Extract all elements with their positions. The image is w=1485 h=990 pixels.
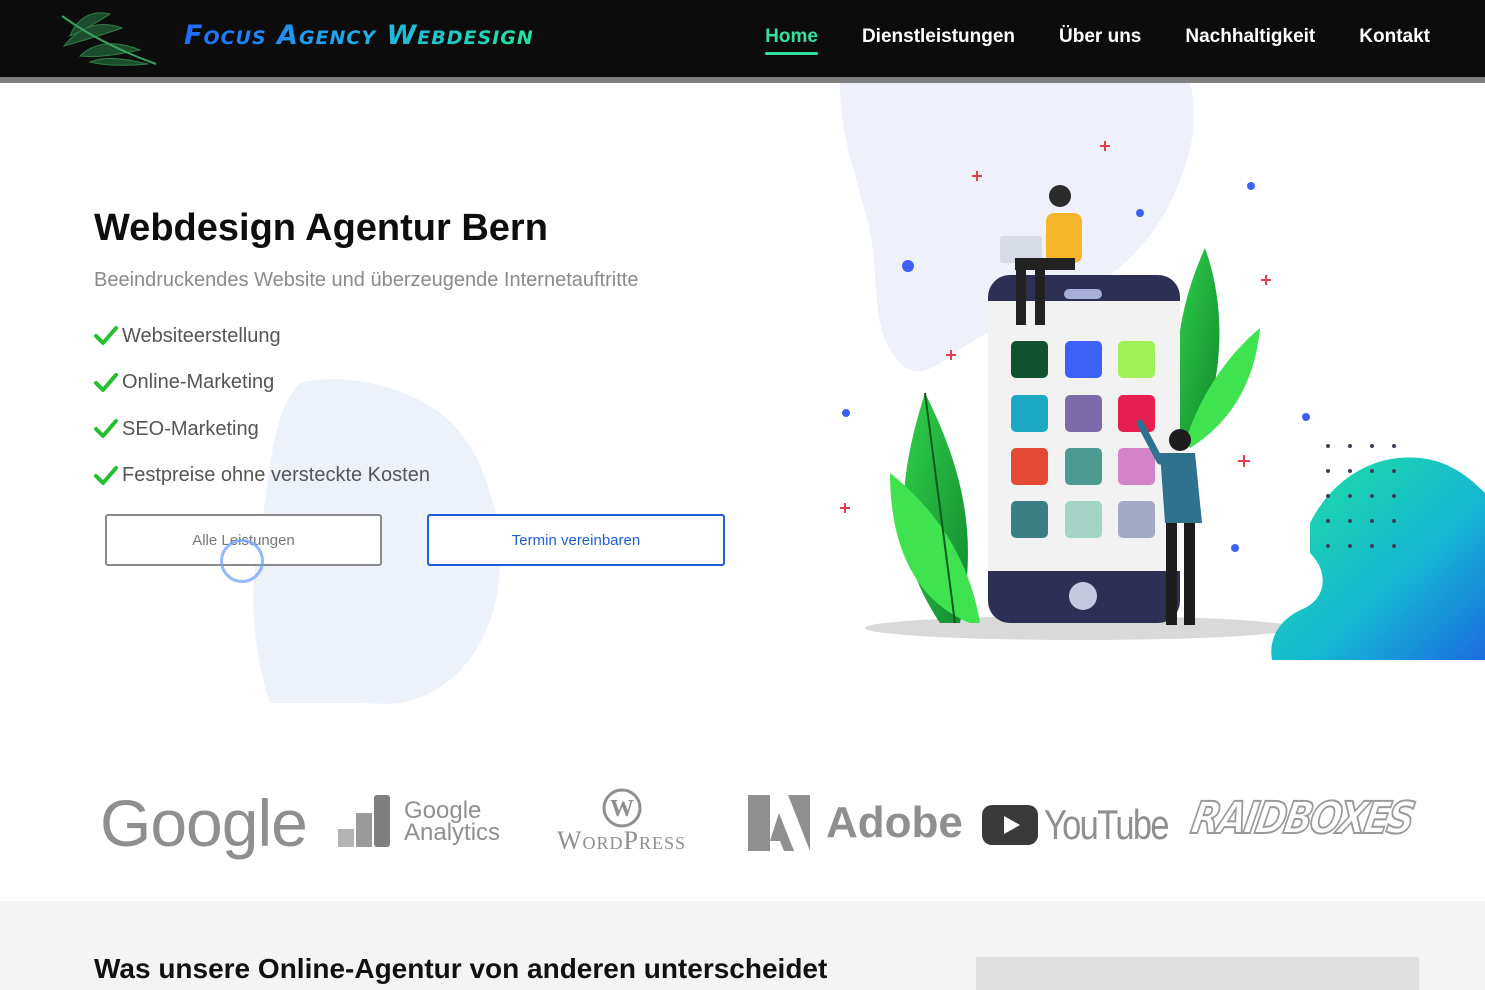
cursor-click-indicator <box>220 539 264 583</box>
hero-subtitle: Beeindruckendes Website und überzeugende… <box>94 269 639 291</box>
youtube-play-icon <box>982 805 1038 845</box>
site-logo[interactable]: Focus Agency Webdesign <box>60 6 533 66</box>
site-header: Focus Agency Webdesign Home Dienstleistu… <box>0 0 1485 77</box>
adobe-wordmark: Adobe <box>826 798 963 847</box>
nav-ueber-uns[interactable]: Über uns <box>1059 26 1141 48</box>
hero-title: Webdesign Agentur Bern <box>94 207 548 249</box>
feature-item: SEO-Marketing <box>94 406 430 453</box>
feature-item: Websiteerstellung <box>94 313 430 360</box>
main-nav: Home Dienstleistungen Über uns Nachhalti… <box>765 26 1430 55</box>
raidboxes-logo: RAIDBOXES <box>1187 792 1451 845</box>
nav-kontakt[interactable]: Kontakt <box>1359 26 1430 48</box>
youtube-wordmark: YouTube <box>1044 801 1169 848</box>
adobe-icon <box>748 795 810 851</box>
check-icon <box>94 465 118 485</box>
feature-label: Websiteerstellung <box>122 324 281 347</box>
check-icon <box>94 372 118 392</box>
feature-label: Online-Marketing <box>122 371 275 394</box>
feature-label: SEO-Marketing <box>122 417 259 440</box>
nav-nachhaltigkeit[interactable]: Nachhaltigkeit <box>1185 26 1315 48</box>
partner-logos: Google Google Analytics W WordPress Adob… <box>0 743 1485 901</box>
section-image-placeholder <box>976 957 1419 990</box>
wordpress-wordmark: WordPress <box>557 826 687 855</box>
differentiation-section: Was unsere Online-Agentur von anderen un… <box>0 901 1485 990</box>
logo-text: Focus Agency Webdesign <box>184 20 534 51</box>
svg-text:W: W <box>610 796 634 822</box>
feature-list: Websiteerstellung Online-Marketing SEO-M… <box>94 313 430 499</box>
wordpress-logo: W WordPress <box>557 788 686 856</box>
wordpress-icon: W <box>602 788 642 828</box>
section-title: Was unsere Online-Agentur von anderen un… <box>94 953 828 984</box>
google-logo: Google <box>100 786 308 860</box>
analytics-wordmark: Google Analytics <box>404 799 501 846</box>
nav-home[interactable]: Home <box>765 26 818 55</box>
leaf-logo-icon <box>61 12 157 66</box>
adobe-logo: Adobe <box>748 795 963 851</box>
raidboxes-wordmark: RAIDBOXES <box>1187 792 1418 845</box>
analytics-line-2: Analytics <box>404 819 501 846</box>
person-with-phone-app-grid-illustration <box>840 141 1485 660</box>
google-analytics-logo: Google Analytics <box>338 795 500 849</box>
analytics-bars-icon <box>338 795 390 847</box>
feature-item: Festpreise ohne versteckte Kosten <box>94 453 430 500</box>
feature-label: Festpreise ohne versteckte Kosten <box>122 464 430 487</box>
check-icon <box>94 326 118 346</box>
book-appointment-button[interactable]: Termin vereinbaren <box>427 514 725 566</box>
feature-item: Online-Marketing <box>94 360 430 407</box>
check-icon <box>94 419 118 439</box>
nav-dienstleistungen[interactable]: Dienstleistungen <box>862 26 1015 48</box>
hero-section: Webdesign Agentur Bern Beeindruckendes W… <box>0 83 1485 743</box>
youtube-logo: YouTube <box>982 801 1195 849</box>
